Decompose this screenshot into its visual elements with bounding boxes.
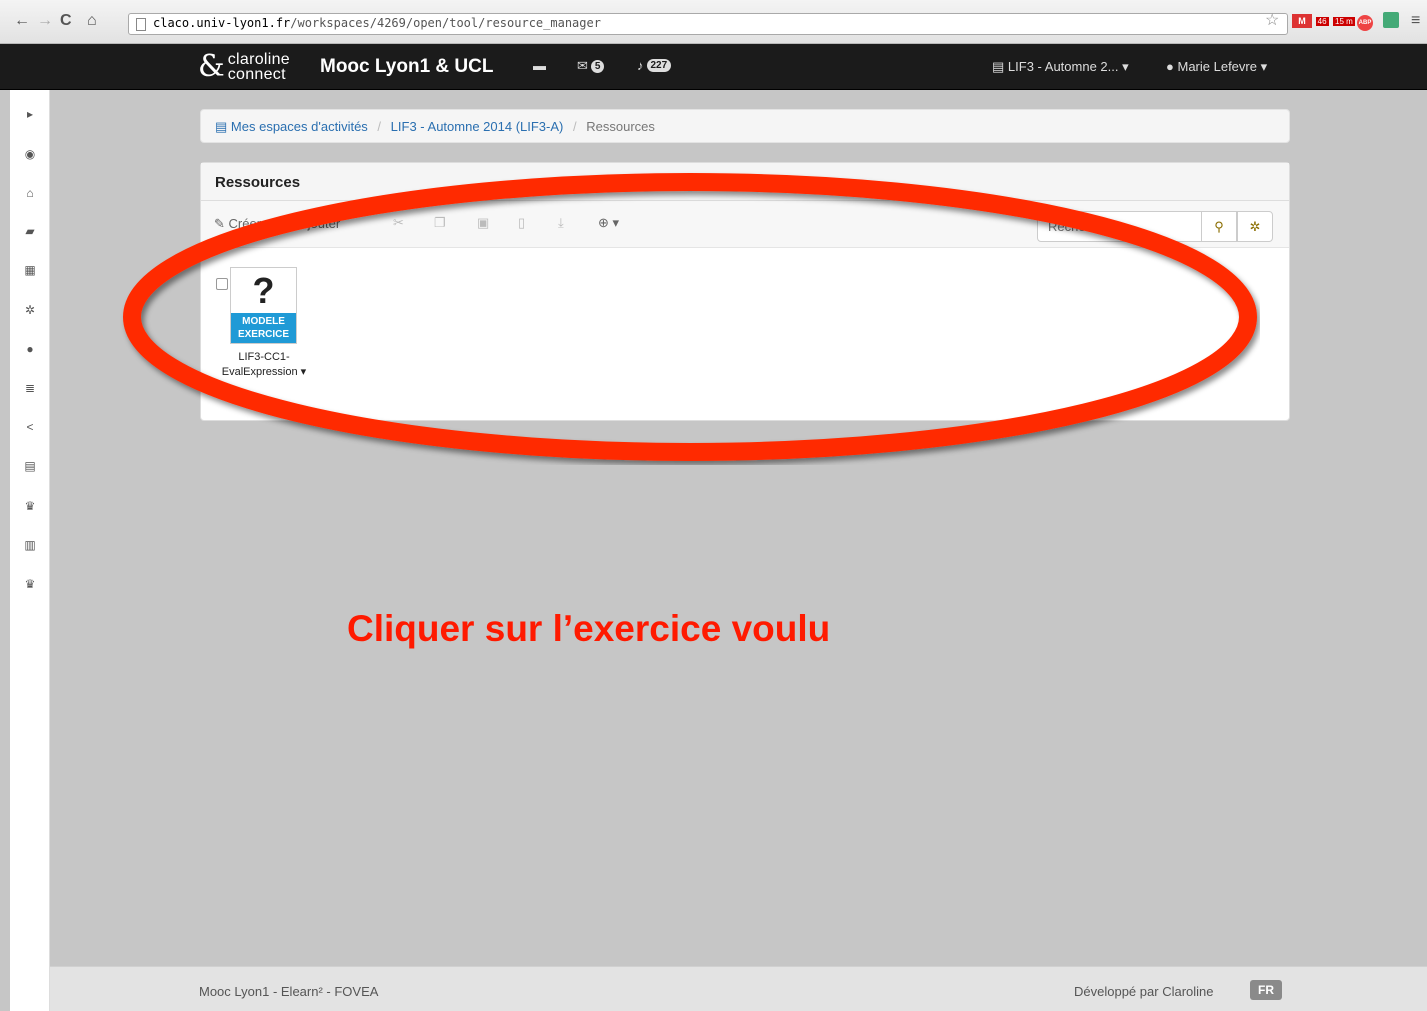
bell-icon: ♪ — [637, 58, 644, 73]
home-icon[interactable]: ⌂ — [87, 12, 97, 30]
calendar-badge: 15 m — [1333, 17, 1355, 26]
page-icon — [136, 18, 146, 31]
page-footer: Mooc Lyon1 - Elearn² - FOVEA Développé p… — [50, 966, 1427, 1011]
messages-badge: 5 — [590, 59, 605, 73]
footer-developer: Développé par Claroline — [1074, 984, 1214, 999]
workspaces-icon[interactable]: ▬ — [533, 58, 546, 73]
reload-icon[interactable]: C — [60, 12, 72, 30]
adblock-extension[interactable]: ABP — [1357, 12, 1373, 32]
menu-icon[interactable]: ≡ — [1411, 12, 1420, 30]
annotation-text: Cliquer sur l’exercice voulu — [347, 608, 831, 649]
chart-icon[interactable]: ▥ — [10, 538, 50, 552]
browser-toolbar: ← → C ⌂ claco.univ-lyon1.fr/workspaces/4… — [0, 0, 1427, 44]
user-menu[interactable]: ● Marie Lefevre ▾ — [1166, 59, 1267, 75]
language-button[interactable]: FR — [1250, 980, 1282, 1000]
bookmark-star-icon[interactable]: ☆ — [1265, 12, 1279, 30]
caret-down-icon: ▾ — [1260, 59, 1268, 74]
caret-down-icon: ▾ — [1122, 59, 1129, 74]
user-menu-label: Marie Lefevre — [1177, 59, 1257, 74]
extension-icon[interactable] — [1383, 12, 1399, 28]
annotation-ellipse — [123, 173, 1257, 461]
breadcrumb-separator: / — [573, 119, 577, 134]
notifications-button[interactable]: ♪ 227 — [637, 58, 672, 73]
user-icon[interactable]: ● — [10, 342, 50, 356]
address-bar[interactable]: claco.univ-lyon1.fr/workspaces/4269/open… — [128, 13, 1288, 35]
logo-line2: connect — [227, 66, 286, 83]
breadcrumb-workspace[interactable]: LIF3 - Automne 2014 (LIF3-A) — [391, 119, 564, 134]
workspace-menu-label: LIF3 - Automne 2... — [1007, 59, 1119, 74]
gmail-extension[interactable]: M 46 — [1292, 12, 1329, 32]
logo-mark: & — [198, 49, 225, 84]
calendar-icon[interactable]: ▦ — [10, 263, 50, 277]
table-icon[interactable]: ▤ — [10, 459, 50, 473]
notifications-badge: 227 — [646, 59, 672, 72]
folder-icon[interactable]: ▰ — [10, 224, 50, 238]
workspace-sidebar: ▸ ◉ ⌂ ▰ ▦ ✲ ● ≣ < ▤ ♛ ▥ ♛ — [10, 90, 50, 1011]
breadcrumb-workspaces-label: Mes espaces d'activités — [230, 119, 368, 134]
gear-icon[interactable]: ✲ — [10, 303, 50, 317]
url-host: claco.univ-lyon1.fr — [153, 16, 291, 30]
expand-icon[interactable]: ▸ — [10, 107, 50, 121]
calendar-extension[interactable]: 15 m — [1333, 12, 1355, 32]
book-icon: ▤ — [215, 119, 228, 134]
book-icon: ▤ — [992, 59, 1005, 74]
list-icon[interactable]: ≣ — [10, 381, 50, 395]
trophy-icon[interactable]: ♛ — [10, 499, 50, 513]
envelope-icon: ✉ — [577, 58, 588, 73]
workspace-menu[interactable]: ▤ LIF3 - Automne 2... ▾ — [992, 59, 1129, 75]
url-path: /workspaces/4269/open/tool/resource_mana… — [290, 16, 601, 30]
gmail-icon: M — [1292, 14, 1312, 28]
forward-arrow-icon[interactable]: → — [37, 12, 53, 30]
user-icon: ● — [1166, 59, 1174, 74]
site-brand[interactable]: Mooc Lyon1 & UCL — [320, 56, 493, 78]
breadcrumb-workspaces[interactable]: ▤ Mes espaces d'activités — [215, 119, 368, 134]
footer-developer-prefix: Développé par — [1074, 984, 1159, 999]
share-icon[interactable]: < — [10, 420, 50, 434]
top-navbar: & claroline connect Mooc Lyon1 & UCL ▬ ✉… — [0, 44, 1427, 90]
home-icon[interactable]: ⌂ — [10, 186, 50, 200]
claroline-logo[interactable]: & claroline connect — [198, 50, 290, 84]
eye-icon[interactable]: ◉ — [10, 147, 50, 161]
back-arrow-icon[interactable]: ← — [14, 12, 30, 30]
breadcrumb: ▤ Mes espaces d'activités / LIF3 - Autom… — [200, 109, 1290, 143]
trophy-icon[interactable]: ♛ — [10, 577, 50, 591]
adblock-icon: ABP — [1357, 15, 1373, 31]
gmail-badge: 46 — [1315, 17, 1329, 26]
messages-button[interactable]: ✉ 5 — [577, 58, 605, 74]
footer-developer-link[interactable]: Claroline — [1162, 984, 1213, 999]
logo-text: claroline connect — [227, 52, 290, 83]
breadcrumb-current: Ressources — [586, 119, 655, 134]
footer-credits: Mooc Lyon1 - Elearn² - FOVEA — [199, 984, 379, 999]
breadcrumb-separator: / — [377, 119, 382, 134]
